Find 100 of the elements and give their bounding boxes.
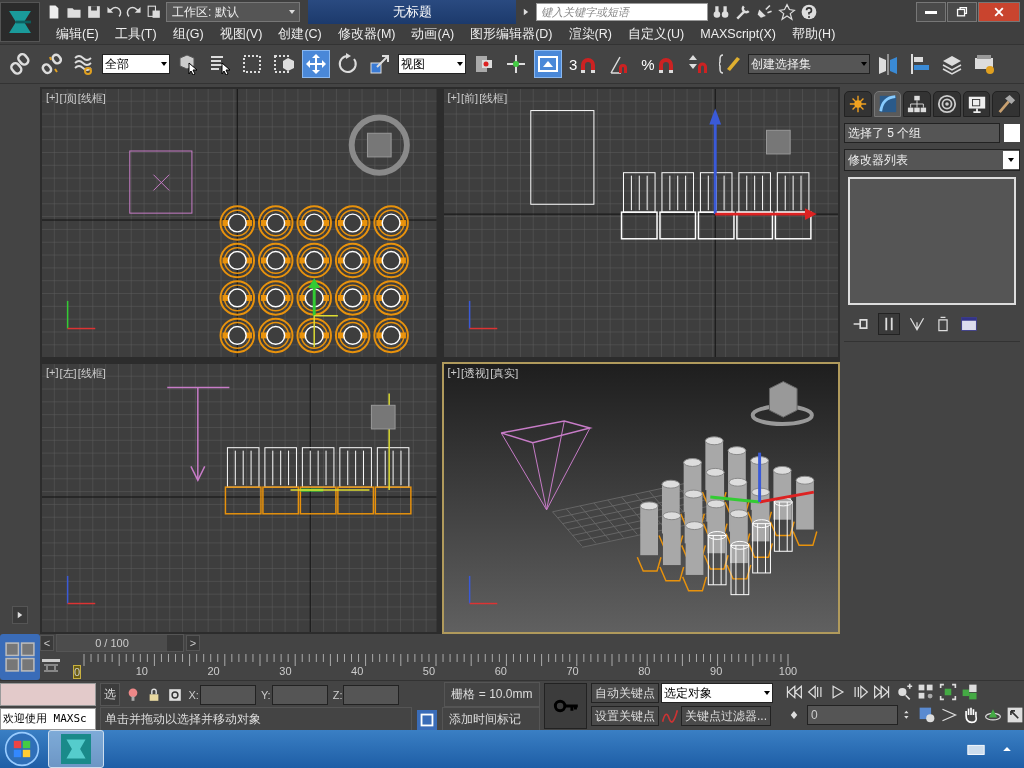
- menu-item[interactable]: 编辑(E): [48, 25, 107, 43]
- viewport-label[interactable]: [透视]: [461, 366, 490, 381]
- move-gizmo-icon[interactable]: [289, 392, 390, 492]
- expand-button[interactable]: [12, 606, 28, 624]
- viewport-layout-button[interactable]: [0, 634, 40, 680]
- redo-icon[interactable]: [126, 4, 142, 20]
- configure-icon[interactable]: [960, 315, 978, 333]
- end-result-button[interactable]: [878, 313, 900, 335]
- next-key-icon[interactable]: [851, 683, 869, 701]
- viewport-label[interactable]: [+]: [447, 91, 461, 106]
- maximize-button[interactable]: [947, 2, 977, 22]
- menu-item[interactable]: 自定义(U): [619, 25, 693, 43]
- help-icon[interactable]: [800, 3, 818, 21]
- viewport-label[interactable]: [+]: [447, 366, 461, 381]
- previous-key-icon[interactable]: [807, 683, 825, 701]
- hand-icon[interactable]: [962, 706, 980, 724]
- key-mode-dropdown[interactable]: 选定对象: [661, 683, 773, 703]
- key-filters-button[interactable]: 关键点过滤器...: [681, 706, 771, 726]
- go-to-end-icon[interactable]: [873, 683, 891, 701]
- maximize-viewport-icon[interactable]: [1006, 706, 1024, 724]
- time-config-icon[interactable]: [918, 706, 936, 724]
- menu-item[interactable]: 视图(V): [211, 25, 271, 43]
- panel-tab[interactable]: [844, 91, 872, 117]
- menu-item[interactable]: 工具(T): [106, 25, 165, 43]
- undo-icon[interactable]: [106, 4, 122, 20]
- viewcube-icon[interactable]: [765, 129, 791, 155]
- zoom-extents-icon[interactable]: [939, 683, 957, 701]
- panel-tab[interactable]: [962, 91, 991, 117]
- script-input-field[interactable]: [0, 683, 97, 706]
- viewport[interactable]: [+][顶][线框]: [40, 87, 439, 359]
- fork-icon[interactable]: [908, 315, 926, 333]
- pivot-icon: [473, 53, 495, 75]
- zoom-extents-all-icon[interactable]: [961, 683, 979, 701]
- viewcube-icon[interactable]: [750, 381, 814, 426]
- minimize-button[interactable]: [916, 2, 946, 22]
- viewport-label[interactable]: [顶]: [59, 91, 77, 106]
- viewport-label[interactable]: [+]: [46, 366, 59, 381]
- field-of-view-icon[interactable]: [940, 706, 958, 724]
- auto-key-button[interactable]: 自动关键点: [591, 683, 659, 703]
- next-frame-button[interactable]: >: [186, 635, 200, 651]
- viewport-label[interactable]: [左]: [59, 366, 77, 381]
- viewport[interactable]: [+][左][线框]: [40, 362, 439, 634]
- frame-field[interactable]: 0: [807, 705, 898, 725]
- menu-item[interactable]: 修改器(M): [329, 25, 404, 43]
- time-marker[interactable]: 0: [73, 665, 81, 679]
- taskbar-app-button[interactable]: [48, 730, 104, 768]
- start-button[interactable]: [4, 731, 40, 767]
- dropdown[interactable]: 全部: [102, 54, 170, 74]
- panel-tab[interactable]: [903, 91, 931, 117]
- z-field[interactable]: [343, 684, 400, 705]
- menu-item[interactable]: 图形编辑器(D): [462, 25, 561, 43]
- menu-item[interactable]: 帮助(H): [783, 25, 844, 43]
- binoculars-icon[interactable]: [712, 3, 730, 21]
- script-output-field[interactable]: 欢迎使用 MAXSc: [0, 707, 97, 730]
- set-key-mode-button[interactable]: 设置关键点: [591, 706, 659, 726]
- viewport-label[interactable]: [+]: [46, 91, 59, 106]
- menu-item[interactable]: 组(G): [164, 25, 212, 43]
- panel-tab[interactable]: [992, 91, 1021, 117]
- color-swatch[interactable]: [1004, 124, 1020, 142]
- workspace-dropdown[interactable]: 工作区: 默认: [166, 2, 300, 22]
- wrench-icon[interactable]: [734, 3, 752, 21]
- menu-item[interactable]: 创建(C): [270, 25, 330, 43]
- viewcube-icon[interactable]: [370, 404, 396, 430]
- tool-button[interactable]: 3: [566, 50, 603, 78]
- save-icon[interactable]: [86, 4, 102, 20]
- y-field[interactable]: [271, 684, 328, 705]
- project-folder-icon[interactable]: [146, 4, 162, 20]
- tool-button[interactable]: %: [638, 50, 680, 78]
- close-button[interactable]: [978, 2, 1020, 22]
- viewport-label[interactable]: [前]: [461, 91, 479, 106]
- zoom-all-icon[interactable]: [917, 683, 935, 701]
- move-gizmo-icon[interactable]: [708, 108, 817, 221]
- modifier-stack[interactable]: [848, 177, 1016, 305]
- viewport-label[interactable]: [线框]: [77, 366, 106, 381]
- object-name-field[interactable]: 选择了 5 个组: [844, 123, 1000, 143]
- panel-tab[interactable]: [933, 91, 961, 117]
- dropdown[interactable]: 视图: [398, 54, 466, 74]
- go-to-start-icon[interactable]: [785, 683, 803, 701]
- viewport-label[interactable]: [线框]: [77, 91, 106, 106]
- viewport-label[interactable]: [线框]: [479, 91, 508, 106]
- modifier-list-dropdown[interactable]: 修改器列表: [844, 149, 1020, 171]
- x-field[interactable]: [199, 684, 256, 705]
- zoom-icon[interactable]: [895, 683, 913, 701]
- satellite-icon[interactable]: [756, 3, 774, 21]
- menu-item[interactable]: 渲染(R): [560, 25, 620, 43]
- dropdown[interactable]: 创建选择集: [747, 54, 870, 74]
- star-icon[interactable]: [778, 3, 796, 21]
- viewcube-icon[interactable]: [348, 114, 410, 176]
- menu-item[interactable]: 动画(A): [403, 25, 463, 43]
- menu-item[interactable]: MAXScript(X): [692, 27, 784, 41]
- viewport[interactable]: [+][前][线框]: [441, 87, 840, 359]
- viewport[interactable]: [+][透视][真实]: [441, 362, 840, 634]
- viewport-label[interactable]: [真实]: [490, 366, 519, 381]
- application-button[interactable]: [0, 2, 40, 42]
- search-field[interactable]: 键入关键字或短语: [536, 3, 708, 21]
- previous-frame-button[interactable]: <: [40, 635, 54, 651]
- transform-mode-icon[interactable]: [167, 686, 184, 703]
- isolate-icon[interactable]: [417, 709, 438, 730]
- crossed-box-drawing: [129, 150, 193, 214]
- move-gizmo-icon[interactable]: [308, 278, 339, 348]
